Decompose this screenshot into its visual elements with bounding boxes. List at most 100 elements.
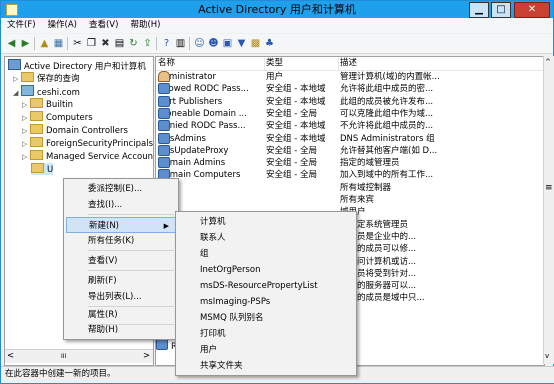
submenu-item-msmq-alias[interactable]: MSMQ 队列别名 <box>178 310 374 326</box>
list-cell-description: 所有来宾 <box>340 195 375 205</box>
show-tree-icon[interactable]: ▦ <box>52 37 65 50</box>
add-to-group-icon[interactable]: ♣ <box>263 37 276 50</box>
scroll-thumb-grip[interactable]: ≡ <box>545 183 553 193</box>
collapse-icon[interactable]: ◢ <box>13 87 21 99</box>
menu-file[interactable]: 文件(F) <box>1 18 42 33</box>
delete-icon[interactable]: ✖ <box>99 37 112 50</box>
tree-item-users[interactable]: U <box>31 163 54 175</box>
list-row[interactable]: Denied RODC Pass... 安全组 - 本地域 不允许将此组中成员的..… <box>156 120 544 132</box>
tree-item-saved-queries[interactable]: ▷ 保存的查询 <box>13 72 80 84</box>
submenu-item-computer[interactable]: 计算机 <box>178 214 374 230</box>
list-cell-description: 指定的域管理员 <box>340 158 400 169</box>
folder-icon <box>30 137 43 147</box>
new-group-icon[interactable]: ☻ <box>207 37 220 50</box>
ad-icon <box>8 59 21 70</box>
expand-icon[interactable]: ▷ <box>22 125 30 137</box>
list-row[interactable]: Cloneable Domain ... 安全组 - 全局 可以克隆此组中作为域..… <box>156 107 544 120</box>
expand-icon[interactable]: ▷ <box>22 99 30 111</box>
help-icon[interactable]: ? <box>160 37 173 50</box>
list-cell-name: Cert Publishers <box>158 95 262 108</box>
back-icon[interactable]: ◀ <box>5 37 18 50</box>
submenu-item-inetorgperson[interactable]: InetOrgPerson <box>178 262 374 278</box>
user-icon <box>158 71 170 82</box>
new-user-icon[interactable]: ☺ <box>193 37 206 50</box>
maximize-button[interactable]: □ <box>491 2 511 18</box>
list-row-partial[interactable]: R <box>156 339 177 352</box>
list-vertical-scrollbar[interactable]: ^ ≡ v <box>543 56 554 364</box>
folder-icon <box>30 98 43 108</box>
submenu-item-contact[interactable]: 联系人 <box>178 230 374 246</box>
context-menu: 委派控制(E)... 查找(I)... 新建(N)▶ 所有任务(K)▶ 查看(V… <box>63 178 190 340</box>
expand-icon[interactable]: ▷ <box>22 138 30 150</box>
list-cell-type: 安全组 - 本地域 <box>266 84 326 95</box>
submenu-item-shared-folder[interactable]: 共享文件夹 <box>178 358 374 374</box>
list-cell-name: Allowed RODC Pass... <box>158 83 262 95</box>
find-icon[interactable]: ▩ <box>249 37 262 50</box>
list-row[interactable]: DnsUpdateProxy 安全组 - 全局 允许替其他客户端(如 D... <box>156 144 544 157</box>
tree-horizontal-scrollbar[interactable]: < III > <box>5 349 153 363</box>
close-button[interactable]: ✕ <box>514 2 550 18</box>
list-row[interactable]: Domain Computers 安全组 - 全局 加入到域中的所有工作... <box>156 169 544 181</box>
scroll-down-icon[interactable]: v <box>545 352 549 360</box>
list-cell-type: 安全组 - 全局 <box>266 158 317 169</box>
tree-item-computers[interactable]: ▷ Computers <box>22 111 93 123</box>
column-type[interactable]: 类型 <box>264 57 339 70</box>
view-icon[interactable]: ▥ <box>174 37 187 50</box>
title-bar[interactable]: Active Directory 用户和计算机 ▁ □ ✕ <box>1 1 553 18</box>
filter-icon[interactable]: ▼ <box>235 37 248 50</box>
list-row[interactable]: 所有来宾 <box>156 194 544 206</box>
menu-bar: 文件(F) 操作(A) 查看(V) 帮助(H) <box>1 18 553 33</box>
scroll-left-icon[interactable]: < <box>7 350 14 363</box>
column-description[interactable]: 描述 <box>338 57 540 70</box>
submenu-item-imaging-psps[interactable]: msImaging-PSPs <box>178 294 374 310</box>
minimize-button[interactable]: ▁ <box>469 2 489 18</box>
submenu-item-resource-property-list[interactable]: msDS-ResourcePropertyList <box>178 278 374 294</box>
list-row[interactable]: Administrator 用户 管理计算机(域)的内置帐... <box>156 71 544 83</box>
column-name[interactable]: 名称 <box>156 57 265 70</box>
tree-item-domain[interactable]: ◢ ceshi.com <box>13 85 80 99</box>
scroll-up-icon[interactable]: ^ <box>545 58 551 66</box>
folder-icon <box>21 72 34 82</box>
row-name-text: Denied RODC Pass... <box>158 121 246 132</box>
list-row[interactable]: Cert Publishers 安全组 - 本地域 此组的成员被允许发布... <box>156 95 544 108</box>
list-cell-description: 可以克隆此组中作为域... <box>340 108 434 119</box>
group-icon <box>158 132 170 144</box>
folder-icon <box>30 111 43 121</box>
submenu-item-group[interactable]: 组 <box>178 246 374 262</box>
tree-item-builtin[interactable]: ▷ Builtin <box>22 98 73 110</box>
copy-icon[interactable]: ❐ <box>85 37 98 50</box>
up-folder-icon[interactable]: ▲ <box>38 37 51 50</box>
folder-icon <box>31 163 44 173</box>
toolbar: ◀ ▶ ▲ ▦ ✂ ❐ ✖ ▤ ↻ ⇪ ? ▥ ☺ ☻ ▣ ▼ ▩ ♣ <box>1 34 553 54</box>
menu-item-delegate[interactable]: 委派控制(E)... <box>66 181 196 197</box>
new-ou-icon[interactable]: ▣ <box>221 37 234 50</box>
list-row[interactable]: 所有域控制器 <box>156 182 544 194</box>
menu-action[interactable]: 操作(A) <box>42 18 83 33</box>
properties-icon[interactable]: ▤ <box>113 37 126 50</box>
list-cell-description: 管理计算机(域)的内置帐... <box>340 72 440 82</box>
expand-icon[interactable]: ▷ <box>13 73 21 85</box>
group-icon <box>156 339 168 350</box>
cut-icon[interactable]: ✂ <box>71 37 84 50</box>
tree-item-foreign-security[interactable]: ▷ ForeignSecurityPrincipals <box>22 137 153 149</box>
ou-icon <box>30 124 43 134</box>
refresh-icon[interactable]: ↻ <box>127 37 140 50</box>
tree-item-domain-controllers[interactable]: ▷ Domain Controllers <box>22 124 128 136</box>
scroll-thumb[interactable]: III <box>61 350 66 363</box>
menu-item-new[interactable]: 新建(N) ▶ <box>66 217 176 233</box>
list-row[interactable]: Domain Admins 安全组 - 全局 指定的域管理员 <box>156 157 544 169</box>
expand-icon[interactable]: ▷ <box>22 151 30 163</box>
tree-item-managed-service[interactable]: ▷ Managed Service Accounts <box>22 150 153 163</box>
tree-root[interactable]: Active Directory 用户和计算机 <box>8 59 146 72</box>
expand-icon[interactable]: ▷ <box>22 112 30 124</box>
list-cell-type: 安全组 - 本地域 <box>266 96 326 107</box>
menu-help[interactable]: 帮助(H) <box>124 18 166 33</box>
submenu-item-user[interactable]: 用户 <box>178 342 374 358</box>
list-row[interactable]: Allowed RODC Pass... 安全组 - 本地域 允许将此组中成员的密.… <box>156 83 544 95</box>
scroll-right-icon[interactable]: > <box>143 350 150 363</box>
forward-icon[interactable]: ▶ <box>19 37 32 50</box>
export-icon[interactable]: ⇪ <box>141 37 154 50</box>
submenu-item-printer[interactable]: 打印机 <box>178 326 374 342</box>
menu-view[interactable]: 查看(V) <box>83 18 124 33</box>
list-row[interactable]: DnsAdmins 安全组 - 本地域 DNS Administrators 组 <box>156 132 544 145</box>
